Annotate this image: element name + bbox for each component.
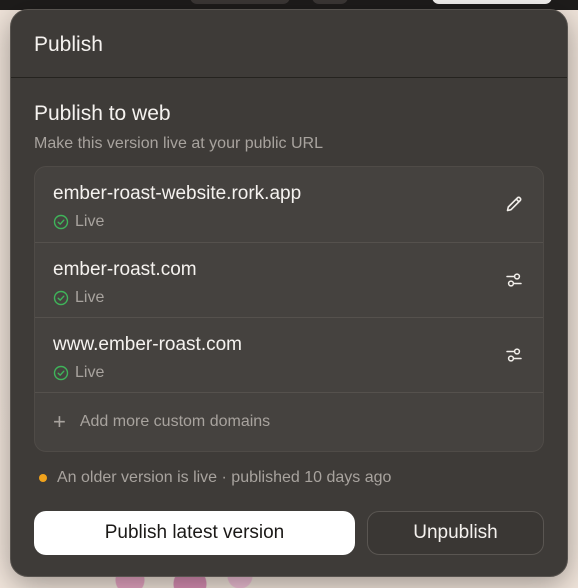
domain-status: Live [53,213,525,231]
version-status-text: An older version is live · published 10 … [57,469,392,486]
background-toolbar-pill [190,0,290,4]
panel-title: Publish [34,33,103,56]
section-subtitle: Make this version live at your public UR… [34,135,324,152]
version-status: An older version is live · published 10 … [34,469,544,487]
domain-status: Live [53,289,525,307]
domain-row: ember-roast-website.rork.app Live [35,167,543,243]
background-toolbar-pill [312,0,348,4]
domain-name: ember-roast-website.rork.app [53,183,302,204]
publish-latest-button[interactable]: Publish latest version [34,511,355,555]
unpublish-button[interactable]: Unpublish [367,511,544,555]
publish-panel: Publish Publish to web Make this version… [10,9,568,577]
pencil-icon [506,196,522,212]
domain-list: ember-roast-website.rork.app Live ember-… [34,166,544,452]
domain-row: ember-roast.com Live [35,243,543,318]
background-toolbar-pill [432,0,552,4]
check-circle-icon [53,290,69,306]
domain-settings-button[interactable] [503,344,525,366]
publish-to-web-section: Publish to web Make this version live at… [11,78,567,487]
domain-row: www.ember-roast.com Live [35,318,543,393]
check-circle-icon [53,365,69,381]
section-title: Publish to web [34,102,171,125]
status-label: Live [75,364,105,381]
action-buttons: Publish latest version Unpublish [34,511,544,555]
status-dot-icon [39,474,47,482]
status-label: Live [75,289,105,306]
status-label: Live [75,213,105,230]
settings-sliders-icon [506,348,522,362]
check-circle-icon [53,214,69,230]
add-domain-label: Add more custom domains [79,413,271,430]
panel-header: Publish [11,10,567,78]
settings-sliders-icon [506,273,522,287]
add-custom-domain-button[interactable]: + Add more custom domains [35,393,543,451]
domain-settings-button[interactable] [503,269,525,291]
domain-status: Live [53,364,525,382]
plus-icon: + [53,409,66,434]
domain-name: ember-roast.com [53,259,197,280]
edit-domain-button[interactable] [503,193,525,215]
domain-name: www.ember-roast.com [53,334,242,355]
